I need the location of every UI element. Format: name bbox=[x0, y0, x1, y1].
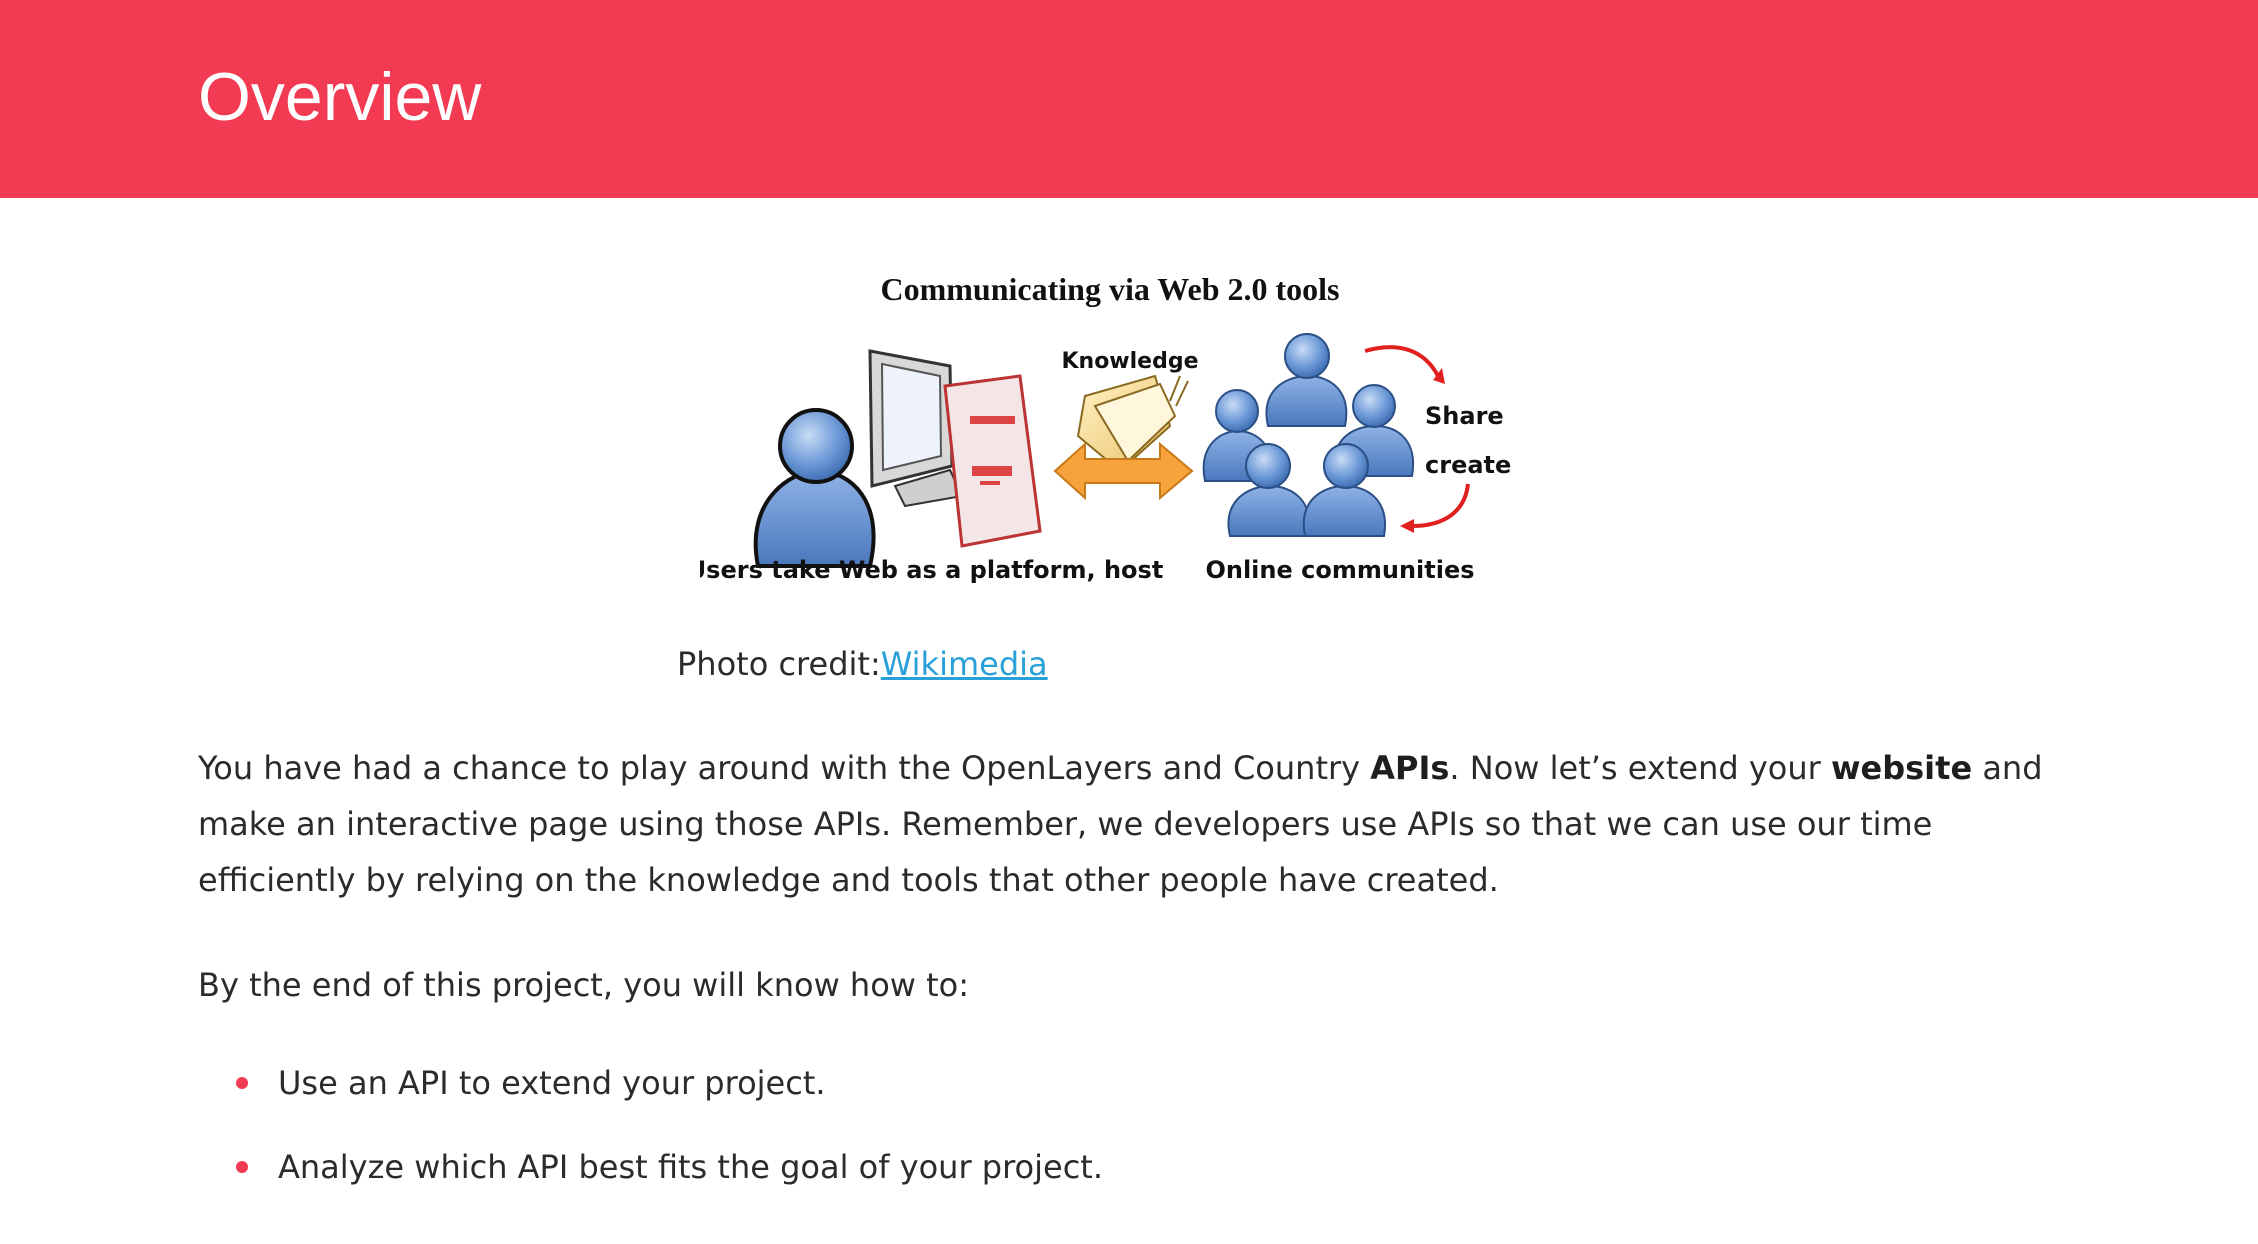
knowledge-label: Knowledge bbox=[1061, 349, 1198, 374]
intro-text-2: . Now let’s extend your bbox=[1449, 749, 1831, 787]
page-header: Overview bbox=[0, 0, 2258, 198]
web20-illustration: Communicating via Web 2.0 tools Knowledg… bbox=[700, 256, 1520, 596]
photo-credit-label: Photo credit: bbox=[677, 645, 881, 683]
outcomes-list: Use an API to extend your project. Analy… bbox=[198, 1055, 1998, 1223]
right-caption: Online communities bbox=[1205, 556, 1474, 584]
user-icon bbox=[753, 408, 876, 568]
list-item: Use an API to extend your project. bbox=[198, 1055, 1998, 1111]
intro-text-1: You have had a chance to play around wit… bbox=[198, 749, 1371, 787]
list-item: Analyze which API best fits the goal of … bbox=[198, 1139, 1998, 1195]
computer-icon bbox=[868, 349, 1042, 548]
photo-credit: Photo credit:Wikimedia bbox=[677, 642, 1048, 686]
wikimedia-link[interactable]: Wikimedia bbox=[881, 645, 1048, 683]
list-item-text: Analyze which API best fits the goal of … bbox=[278, 1148, 1104, 1186]
intro-bold-apis: APIs bbox=[1370, 749, 1450, 787]
share-label: Share bbox=[1425, 402, 1504, 430]
list-item-text: Use an API to extend your project. bbox=[278, 1064, 826, 1102]
outcomes-lead: By the end of this project, you will kno… bbox=[198, 966, 970, 1004]
figure-title: Communicating via Web 2.0 tools bbox=[881, 271, 1340, 307]
intro-paragraph: You have had a chance to play around wit… bbox=[198, 740, 2078, 908]
create-label: create bbox=[1425, 451, 1511, 479]
intro-bold-website: website bbox=[1830, 749, 1973, 787]
community-icon bbox=[1202, 333, 1415, 537]
left-caption: Users take Web as a platform, host bbox=[700, 556, 1163, 584]
bullet-icon bbox=[236, 1161, 248, 1173]
page-title: Overview bbox=[198, 59, 482, 135]
bullet-icon bbox=[236, 1077, 248, 1089]
